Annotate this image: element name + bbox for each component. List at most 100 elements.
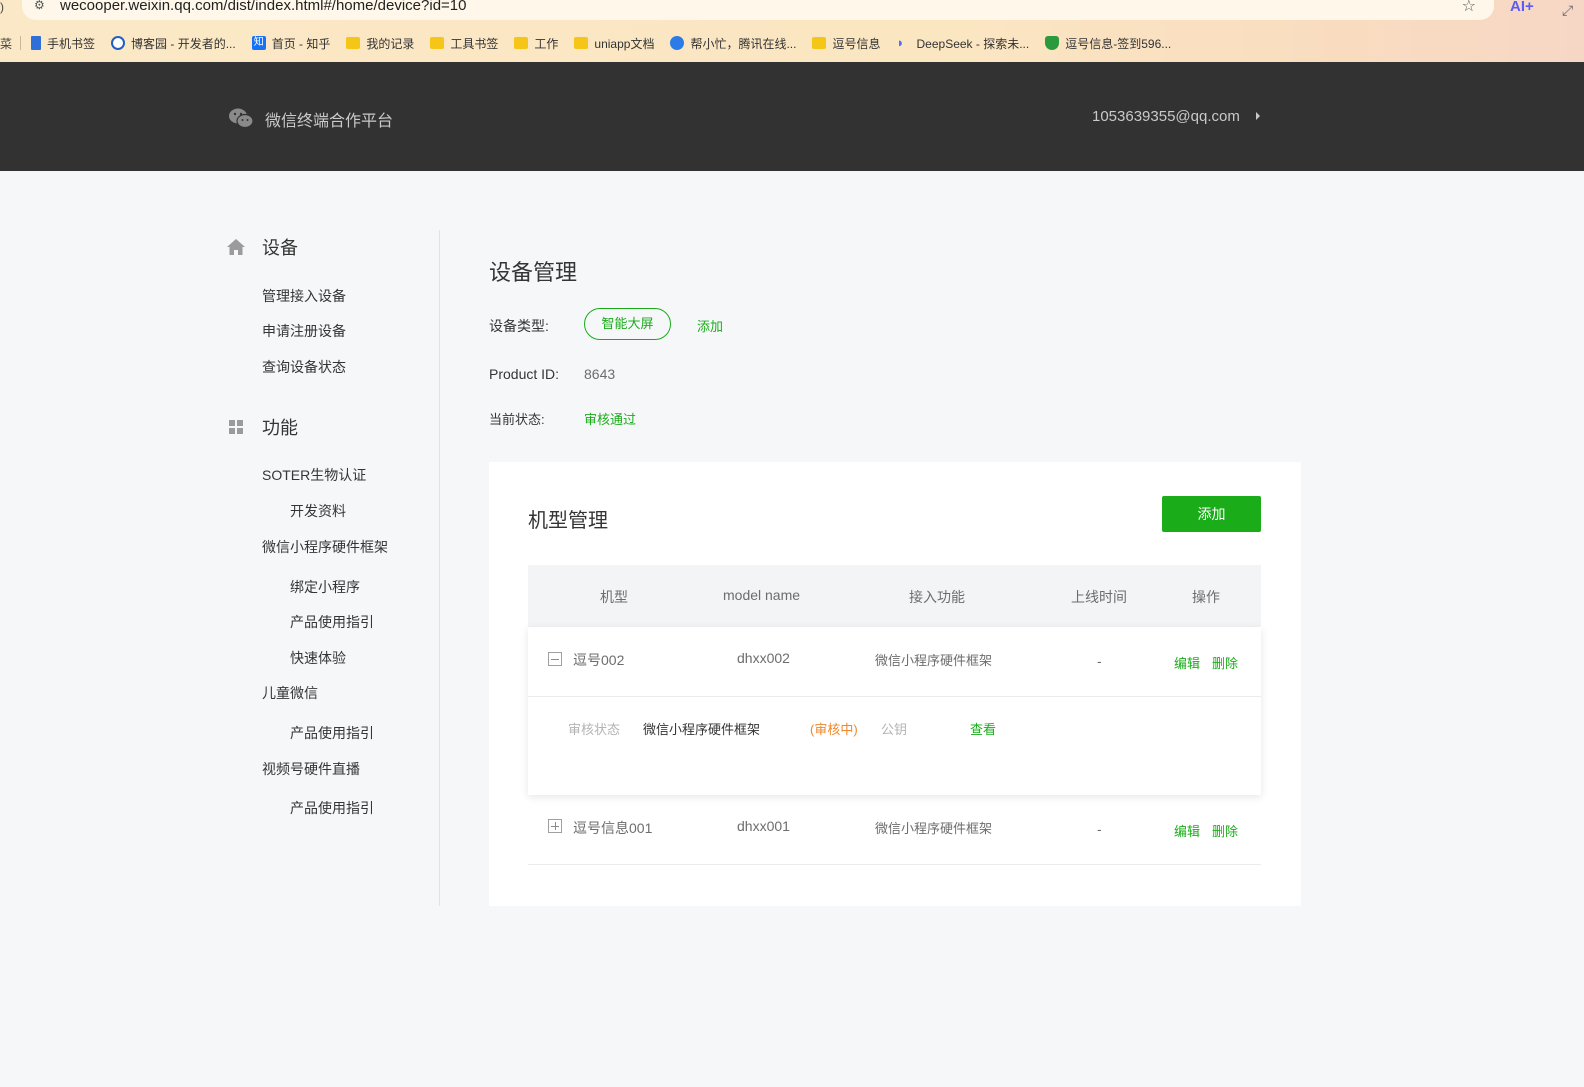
status-value: 审核通过: [584, 412, 637, 427]
sidebar-item-dev-docs[interactable]: 开发资料: [290, 501, 346, 521]
column-header: 接入功能: [909, 589, 965, 605]
page-title: 设备管理: [489, 260, 578, 285]
column-header: model name: [723, 587, 801, 603]
edge-glyph: ): [0, 0, 4, 14]
bookmark-label: 工作: [534, 36, 559, 51]
sidebar-item-device-status[interactable]: 查询设备状态: [262, 357, 346, 377]
device-type-tag[interactable]: 智能大屏: [584, 308, 671, 340]
caret-right-icon[interactable]: [1256, 112, 1260, 120]
add-model-button[interactable]: 添加: [1162, 496, 1261, 532]
bookmark-label: 手机书签: [47, 36, 96, 51]
table-row: 逗号002 dhxx002 微信小程序硬件框架 - 编辑 删除 审核状态 微信小…: [528, 627, 1261, 795]
device-type-label: 设备类型:: [489, 318, 549, 334]
row-divider: [528, 696, 1261, 697]
product-id-value: 8643: [584, 366, 616, 382]
delete-link[interactable]: 删除: [1212, 821, 1238, 840]
bookmark-item[interactable]: 逗号信息: [812, 35, 881, 52]
sidebar-section-feature: 功能: [226, 414, 298, 440]
folder-icon: [346, 37, 361, 49]
delete-link[interactable]: 删除: [1212, 653, 1238, 672]
expand-icon[interactable]: ⤢: [1562, 2, 1573, 19]
site-settings-icon[interactable]: ⚙: [34, 0, 48, 12]
column-header: 机型: [600, 589, 628, 605]
model-name-cell: dhxx001: [737, 818, 790, 834]
folder-icon: [514, 37, 529, 49]
edit-link[interactable]: 编辑: [1174, 653, 1200, 672]
folder-icon: [430, 37, 445, 49]
model-cell: 逗号信息001: [573, 820, 653, 836]
sidebar-section-label: 设备: [262, 238, 298, 258]
shield-icon: [1045, 36, 1060, 50]
folder-icon: [812, 37, 827, 49]
grid-icon: [229, 420, 243, 434]
cloud-icon: [670, 36, 685, 50]
edit-link[interactable]: 编辑: [1174, 821, 1200, 840]
online-time-cell: -: [1097, 653, 1102, 669]
ai-button[interactable]: AI+: [1510, 0, 1534, 15]
sidebar-section-label: 功能: [262, 418, 298, 438]
bookmark-item[interactable]: 我的记录: [346, 35, 414, 52]
status-label: 当前状态:: [489, 412, 545, 427]
sidebar-item-quick-try[interactable]: 快速体验: [290, 648, 346, 668]
sidebar-item-product-guide[interactable]: 产品使用指引: [290, 798, 374, 818]
model-management-card: 机型管理 添加 机型 model name 接入功能 上线时间 操作 逗号002…: [489, 462, 1301, 906]
model-name-cell: dhxx002: [737, 650, 790, 666]
view-key-link[interactable]: 查看: [970, 719, 996, 738]
table-row: 逗号信息001 dhxx001 微信小程序硬件框架 - 编辑 删除: [528, 795, 1261, 865]
bookmark-label: uniapp文档: [594, 36, 655, 51]
browser-chrome: ) ⚙ wecooper.weixin.qq.com/dist/index.ht…: [0, 0, 1584, 62]
sidebar-item-channels-live[interactable]: 视频号硬件直播: [262, 759, 360, 779]
bookmark-item[interactable]: 工作: [514, 35, 558, 52]
bookmark-item[interactable]: ◗ DeepSeek - 探索未...: [897, 35, 1030, 52]
address-bar[interactable]: ⚙ wecooper.weixin.qq.com/dist/index.html…: [22, 0, 1494, 20]
bookmark-label: 逗号信息-签到596...: [1065, 36, 1172, 51]
bookmark-star-icon[interactable]: ☆: [1462, 0, 1476, 16]
app-header: 微信终端合作平台 1053639355@qq.com: [0, 62, 1584, 171]
sidebar-item-product-guide[interactable]: 产品使用指引: [290, 723, 374, 743]
bookmark-item[interactable]: 手机书签: [31, 35, 95, 52]
deepseek-icon: ◗: [896, 35, 905, 50]
table-header: 机型 model name 接入功能 上线时间 操作: [528, 565, 1261, 627]
add-device-type-link[interactable]: 添加: [697, 316, 723, 335]
bookmark-label: 首页 - 知乎: [271, 36, 331, 51]
bookmark-item[interactable]: 知首页 - 知乎: [251, 35, 331, 52]
bookmarks-bar: 菜 手机书签 博客园 - 开发者的... 知首页 - 知乎 我的记录 工具书签 …: [0, 32, 1187, 54]
bookmark-label: 我的记录: [366, 36, 415, 51]
account-email[interactable]: 1053639355@qq.com: [1092, 108, 1240, 125]
feature-cell: 微信小程序硬件框架: [875, 821, 993, 836]
sidebar-item-miniprogram-hw[interactable]: 微信小程序硬件框架: [262, 537, 388, 557]
sidebar-item-manage-devices[interactable]: 管理接入设备: [262, 286, 346, 306]
bookmark-label: DeepSeek - 探索未...: [916, 36, 1030, 51]
sidebar-item-kids-wechat[interactable]: 儿童微信: [262, 683, 318, 703]
platform-title[interactable]: 微信终端合作平台: [265, 107, 393, 131]
sidebar-item-register-device[interactable]: 申请注册设备: [262, 321, 346, 341]
online-time-cell: -: [1097, 821, 1102, 837]
public-key-label: 公钥: [881, 722, 908, 737]
zhihu-icon: 知: [251, 36, 266, 50]
home-icon: [227, 239, 245, 255]
sidebar-item-soter[interactable]: SOTER生物认证: [262, 465, 366, 485]
collapse-icon[interactable]: [548, 652, 562, 666]
bookmark-item[interactable]: 博客园 - 开发者的...: [111, 35, 236, 52]
review-feature: 微信小程序硬件框架: [643, 722, 761, 737]
bookmark-item[interactable]: uniapp文档: [574, 35, 654, 52]
feature-cell: 微信小程序硬件框架: [875, 653, 993, 668]
wechat-logo-icon: [229, 108, 254, 129]
bookmark-item[interactable]: 帮小忙，腾讯在线...: [670, 35, 796, 52]
column-header: 上线时间: [1071, 589, 1127, 605]
bookmark-label: 帮小忙，腾讯在线...: [690, 36, 797, 51]
address-url[interactable]: wecooper.weixin.qq.com/dist/index.html#/…: [60, 0, 466, 14]
sidebar-item-bind-miniprogram[interactable]: 绑定小程序: [290, 577, 360, 597]
review-status-label: 审核状态: [568, 722, 621, 737]
bookmark-label: 博客园 - 开发者的...: [131, 36, 236, 51]
folder-icon: [574, 37, 589, 49]
phone-icon: [31, 36, 42, 50]
bookmarks-edge-glyph: 菜: [0, 36, 13, 51]
bookmark-item[interactable]: 工具书签: [430, 35, 498, 52]
bookmark-item[interactable]: 逗号信息-签到596...: [1045, 35, 1171, 52]
model-cell: 逗号002: [573, 652, 625, 668]
sidebar-section-device: 设备: [226, 234, 298, 260]
bookmark-label: 逗号信息: [832, 36, 881, 51]
expand-row-icon[interactable]: [548, 819, 562, 833]
sidebar-item-product-guide[interactable]: 产品使用指引: [290, 612, 374, 632]
